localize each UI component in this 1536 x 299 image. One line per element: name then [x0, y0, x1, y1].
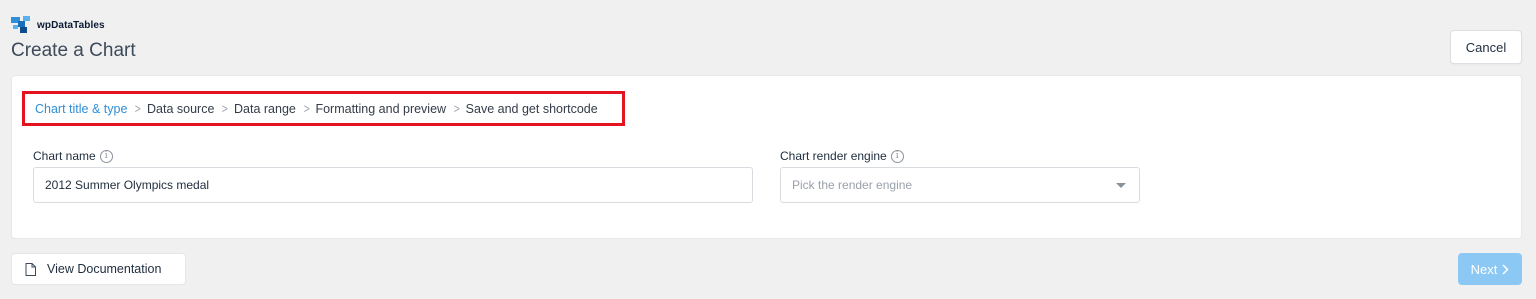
cancel-button[interactable]: Cancel — [1450, 30, 1522, 64]
render-engine-placeholder: Pick the render engine — [792, 178, 913, 192]
step-separator: > — [453, 101, 460, 116]
step-save-shortcode[interactable]: Save and get shortcode — [466, 102, 598, 116]
page-title: Create a Chart — [11, 40, 136, 61]
chart-name-input[interactable] — [33, 167, 753, 203]
info-icon[interactable]: i — [890, 149, 904, 163]
render-engine-label-text: Chart render engine — [780, 149, 887, 163]
brand-name: wpDataTables — [37, 19, 105, 31]
step-data-source[interactable]: Data source — [147, 102, 214, 116]
caret-down-icon — [1116, 182, 1126, 188]
chevron-right-icon — [1502, 263, 1509, 275]
chart-name-label: Chart name i — [33, 149, 113, 163]
brand-logo-icon — [11, 16, 30, 33]
view-documentation-button[interactable]: View Documentation — [11, 253, 186, 285]
info-icon[interactable]: i — [99, 149, 113, 163]
brand: wpDataTables — [11, 16, 105, 34]
step-separator: > — [135, 101, 142, 116]
wizard-card: Chart title & type > Data source > Data … — [11, 75, 1522, 239]
next-label: Next — [1470, 261, 1498, 277]
next-button[interactable]: Next — [1458, 253, 1522, 285]
render-engine-select[interactable]: Pick the render engine — [780, 167, 1140, 203]
step-chart-title-type[interactable]: Chart title & type — [35, 102, 127, 116]
step-separator: > — [303, 101, 310, 116]
step-formatting-preview[interactable]: Formatting and preview — [315, 102, 446, 116]
create-chart-page: wpDataTables Create a Chart Cancel Chart… — [0, 0, 1536, 299]
document-icon — [25, 262, 36, 276]
render-engine-label: Chart render engine i — [780, 149, 904, 163]
chart-name-label-text: Chart name — [33, 149, 96, 163]
wizard-steps-breadcrumb: Chart title & type > Data source > Data … — [22, 91, 625, 126]
view-documentation-label: View Documentation — [47, 262, 162, 276]
step-separator: > — [222, 101, 229, 116]
step-data-range[interactable]: Data range — [234, 102, 296, 116]
